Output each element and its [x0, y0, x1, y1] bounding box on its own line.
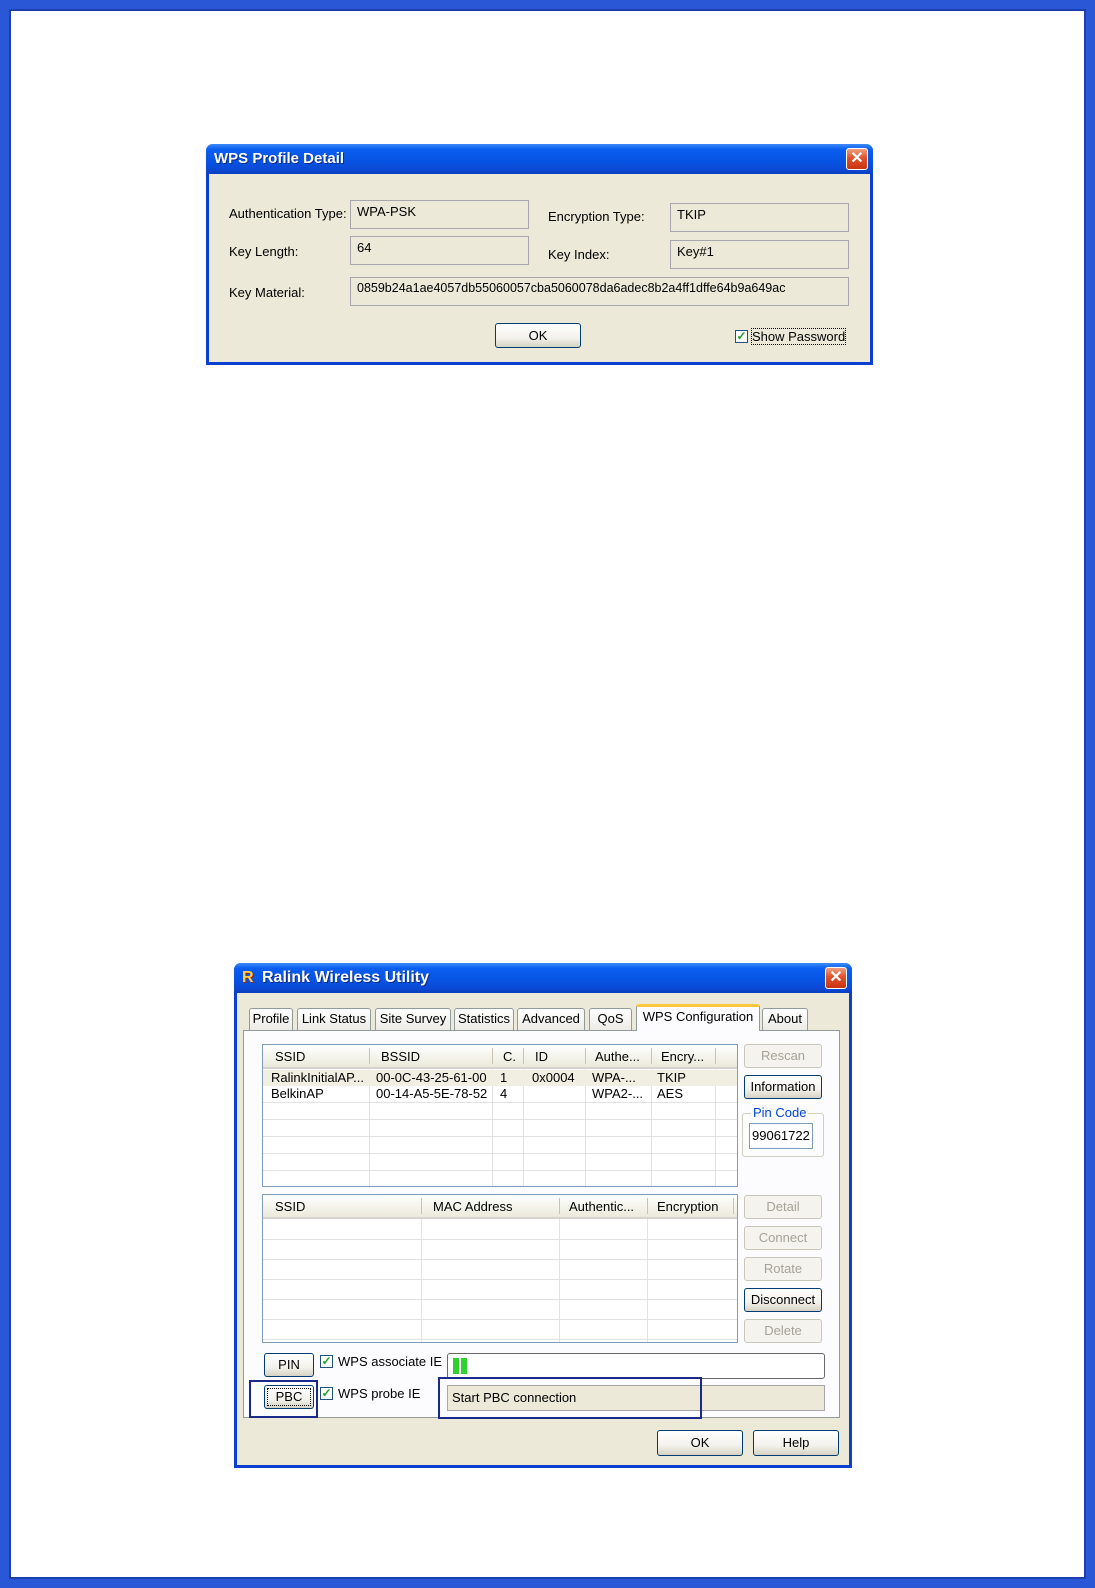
table-row[interactable]: RalinkInitialAP... 00-0C-43-25-61-00 1 0… [263, 1070, 737, 1086]
wps-associate-ie-label[interactable]: WPS associate IE [338, 1354, 442, 1369]
authentication-type-field: WPA-PSK [350, 200, 529, 229]
ok-button[interactable]: OK [657, 1430, 743, 1456]
pin-code-field[interactable]: 99061722 [749, 1123, 813, 1149]
wps-progress-bar [447, 1353, 825, 1379]
row-cell: 1 [500, 1070, 508, 1085]
row-cell: WPA-... [592, 1070, 636, 1085]
status-highlight-box [438, 1377, 702, 1419]
close-icon[interactable]: ✕ [846, 148, 868, 170]
window-title: Ralink Wireless Utility [262, 969, 430, 986]
pin-button[interactable]: PIN [264, 1353, 314, 1377]
key-length-field: 64 [350, 236, 529, 265]
rotate-button[interactable]: Rotate [744, 1257, 822, 1281]
column-header[interactable]: MAC Address [433, 1199, 512, 1214]
column-header[interactable]: Encryption [657, 1199, 718, 1214]
key-index-field: Key#1 [670, 240, 849, 269]
pin-code-label: Pin Code [751, 1105, 809, 1120]
tab-wps-configuration[interactable]: WPS Configuration [636, 1004, 760, 1031]
ralink-logo-icon: R [242, 969, 254, 986]
delete-button[interactable]: Delete [744, 1319, 822, 1343]
information-button[interactable]: Information [744, 1075, 822, 1099]
column-header[interactable]: SSID [275, 1199, 305, 1214]
detail-button[interactable]: Detail [744, 1195, 822, 1219]
dialog-title: WPS Profile Detail [214, 150, 345, 167]
wps-probe-ie-checkbox[interactable]: ✓ [320, 1387, 333, 1400]
row-cell: RalinkInitialAP... [271, 1070, 364, 1085]
title-bar[interactable]: WPS Profile Detail ✕ [206, 144, 873, 174]
authentication-type-label: Authentication Type: [229, 206, 347, 221]
show-password-label[interactable]: Show Password [750, 328, 847, 345]
help-button[interactable]: Help [753, 1430, 839, 1456]
tab-site-survey[interactable]: Site Survey [375, 1008, 451, 1030]
wps-profile-list[interactable]: SSID MAC Address Authentic... Encryption [262, 1194, 738, 1343]
tab-advanced[interactable]: Advanced [517, 1008, 585, 1030]
tab-link-status[interactable]: Link Status [297, 1008, 371, 1030]
key-index-label: Key Index: [548, 247, 610, 262]
row-cell: 4 [500, 1086, 508, 1101]
column-header[interactable]: Authe... [595, 1049, 640, 1064]
progress-segment [461, 1358, 467, 1374]
column-header[interactable]: Encry... [661, 1049, 704, 1064]
ap-list-header: SSID BSSID C. ID Authe... Encry... [263, 1045, 737, 1069]
tab-about[interactable]: About [762, 1008, 808, 1030]
ap-list[interactable]: SSID BSSID C. ID Authe... Encry... Ralin… [262, 1044, 738, 1187]
row-cell: 00-0C-43-25-61-00 [376, 1070, 487, 1085]
row-cell: AES [657, 1086, 684, 1101]
row-cell: 0x0004 [532, 1070, 575, 1085]
column-header[interactable]: C. [503, 1049, 516, 1064]
column-header[interactable]: Authentic... [569, 1199, 634, 1214]
tab-statistics[interactable]: Statistics [454, 1008, 514, 1030]
column-header[interactable]: BSSID [381, 1049, 420, 1064]
show-password-checkbox[interactable]: ✓ [735, 330, 748, 343]
key-material-label: Key Material: [229, 285, 305, 300]
column-header[interactable]: ID [535, 1049, 548, 1064]
profile-list-header: SSID MAC Address Authentic... Encryption [263, 1195, 737, 1219]
key-material-field: 0859b24a1ae4057db55060057cba5060078da6ad… [350, 277, 849, 306]
connect-button[interactable]: Connect [744, 1226, 822, 1250]
row-cell: BelkinAP [271, 1086, 324, 1101]
wps-associate-ie-checkbox[interactable]: ✓ [320, 1355, 333, 1368]
wps-probe-ie-label[interactable]: WPS probe IE [338, 1386, 420, 1401]
encryption-type-label: Encryption Type: [548, 209, 645, 224]
tab-profile[interactable]: Profile [249, 1008, 293, 1030]
key-length-label: Key Length: [229, 244, 299, 259]
encryption-type-field: TKIP [670, 203, 849, 232]
ok-button[interactable]: OK [495, 323, 581, 348]
disconnect-button[interactable]: Disconnect [744, 1288, 822, 1312]
row-cell: WPA2-... [592, 1086, 644, 1101]
table-row[interactable]: BelkinAP 00-14-A5-5E-78-52 4 WPA2-... AE… [263, 1086, 737, 1102]
pbc-highlight-box [249, 1380, 318, 1418]
title-bar[interactable]: R Ralink Wireless Utility ✕ [234, 963, 852, 993]
row-cell: TKIP [657, 1070, 686, 1085]
column-header[interactable]: SSID [275, 1049, 305, 1064]
progress-segment [453, 1358, 459, 1374]
rescan-button[interactable]: Rescan [744, 1044, 822, 1068]
close-icon[interactable]: ✕ [825, 967, 847, 989]
tab-qos[interactable]: QoS [589, 1008, 632, 1030]
row-cell: 00-14-A5-5E-78-52 [376, 1086, 488, 1101]
